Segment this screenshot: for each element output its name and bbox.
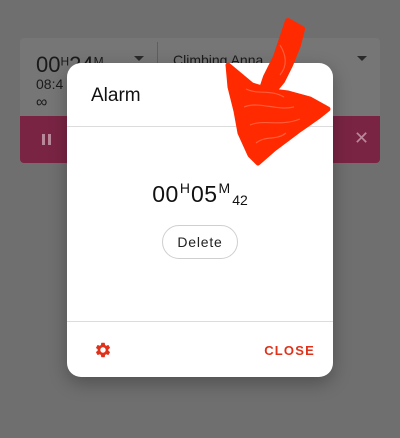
countdown-minutes-unit: M: [218, 180, 231, 196]
alarm-countdown: 00H05M42: [67, 180, 333, 208]
dialog-title: Alarm: [91, 85, 141, 106]
bg-hours: 00: [36, 52, 61, 77]
chevron-down-icon: [357, 56, 367, 61]
dialog-divider-bottom: [67, 321, 333, 322]
countdown-hours: 00: [152, 181, 179, 207]
countdown-hours-unit: H: [179, 180, 190, 196]
delete-button[interactable]: Delete: [162, 225, 238, 259]
bg-hours-unit: H: [60, 54, 70, 69]
countdown-seconds: 42: [232, 192, 248, 208]
chevron-down-icon: [134, 56, 144, 61]
pause-icon: [42, 134, 52, 145]
gear-icon[interactable]: [94, 341, 112, 359]
close-button[interactable]: CLOSE: [255, 339, 315, 361]
close-icon: ✕: [354, 128, 370, 148]
red-arrow-annotation: [225, 18, 331, 166]
countdown-minutes: 05: [190, 181, 218, 207]
bg-time-label: 08:4: [36, 76, 64, 92]
repeat-infinity-icon: ∞: [36, 94, 48, 111]
